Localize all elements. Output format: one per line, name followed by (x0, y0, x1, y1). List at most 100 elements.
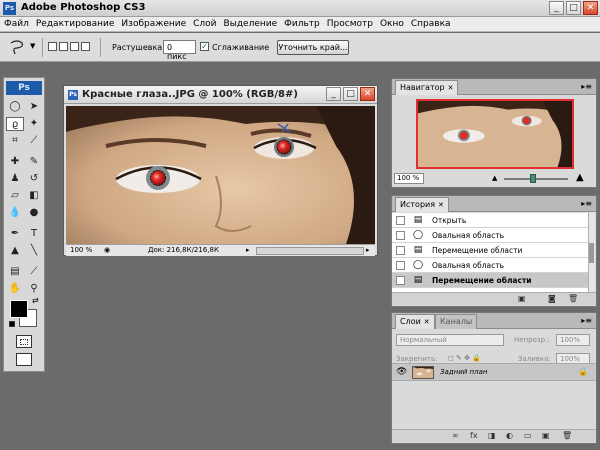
healing-brush-icon[interactable]: ✚ (6, 155, 24, 169)
link-layers-icon[interactable]: ∞ (452, 431, 459, 440)
navigator-preview[interactable] (416, 99, 574, 169)
lock-icons[interactable]: ◻ ✎ ✥ 🔒 (448, 354, 481, 362)
tab-navigator[interactable]: Навигатор ✕ (395, 80, 459, 95)
maximize-button[interactable]: □ (566, 1, 581, 15)
menu-view[interactable]: Просмотр (327, 17, 373, 31)
chevron-down-icon[interactable]: ▼ (30, 42, 35, 50)
new-document-from-state-icon[interactable]: ▣ (518, 294, 526, 303)
status-info-icon[interactable]: ◉ (104, 246, 110, 254)
navigator-zoom-field[interactable]: 100 % (394, 173, 424, 184)
history-brush-icon[interactable]: ↺ (25, 172, 43, 186)
blend-mode-select[interactable]: Нормальный (396, 334, 504, 346)
marquee-tool-icon[interactable]: ◯ (6, 100, 24, 114)
crop-tool-icon[interactable]: ⌗ (6, 134, 24, 148)
menu-file[interactable]: Файл (4, 17, 29, 31)
history-scrollbar[interactable] (588, 213, 595, 299)
lasso-tool-icon[interactable]: ϱ (6, 117, 24, 131)
new-group-icon[interactable]: ▭ (524, 431, 532, 440)
close-icon[interactable]: ✕ (448, 84, 454, 92)
snapshot-icon[interactable]: ◙ (548, 294, 556, 303)
menu-layer[interactable]: Слой (193, 17, 216, 31)
adjustment-layer-icon[interactable]: ◐ (506, 431, 513, 440)
intersect-selection-icon[interactable] (81, 42, 90, 51)
tab-channels[interactable]: Каналы (435, 314, 478, 329)
feather-input[interactable]: 0 пикс (163, 40, 196, 61)
document-title-bar[interactable]: Ps Красные глаза..JPG @ 100% (RGB/8#) _ … (64, 86, 377, 104)
lasso-tool-preset-icon[interactable] (8, 39, 26, 55)
magic-wand-icon[interactable]: ✦ (25, 117, 43, 131)
visibility-eye-icon[interactable]: 👁 (396, 367, 407, 377)
panel-menu-icon[interactable]: ▸≡ (581, 316, 592, 325)
foreground-color-swatch[interactable] (10, 300, 28, 318)
minimize-button[interactable]: _ (549, 1, 564, 15)
hand-tool-icon[interactable]: ✋ (6, 282, 24, 296)
subtract-selection-icon[interactable] (70, 42, 79, 51)
trash-icon[interactable]: 🗑 (562, 431, 572, 440)
document-canvas[interactable] (66, 106, 375, 244)
move-tool-icon[interactable]: ➤ (25, 100, 43, 114)
horizontal-scrollbar[interactable] (256, 247, 364, 255)
doc-maximize-button[interactable]: □ (343, 87, 358, 101)
menu-image[interactable]: Изображение (121, 17, 186, 31)
status-menu-arrow[interactable]: ▸ (246, 246, 250, 254)
quick-mask-icon[interactable] (16, 335, 32, 348)
history-source-checkbox[interactable] (396, 216, 405, 225)
menu-window[interactable]: Окно (380, 17, 404, 31)
pen-tool-icon[interactable]: ✒ (6, 227, 24, 241)
zoom-slider-track[interactable] (504, 178, 568, 180)
default-colors-icon[interactable] (9, 321, 15, 327)
history-item[interactable]: ▤ Открыть (392, 213, 588, 228)
brush-tool-icon[interactable]: ✎ (25, 155, 43, 169)
dodge-tool-icon[interactable]: ● (25, 206, 43, 220)
notes-tool-icon[interactable]: ▤ (6, 265, 24, 279)
zoom-tool-icon[interactable]: ⚲ (25, 282, 43, 296)
history-item-selected[interactable]: ▤ Перемещение области (392, 273, 588, 288)
opacity-input[interactable]: 100% (556, 334, 590, 346)
history-source-checkbox[interactable] (396, 276, 405, 285)
panel-menu-icon[interactable]: ▸≡ (581, 82, 592, 91)
eraser-tool-icon[interactable]: ▱ (6, 189, 24, 203)
menu-select[interactable]: Выделение (224, 17, 278, 31)
slice-tool-icon[interactable]: ⟋ (25, 134, 43, 148)
zoom-in-icon[interactable]: ▲ (576, 172, 584, 183)
menu-help[interactable]: Справка (411, 17, 451, 31)
blur-tool-icon[interactable]: 💧 (6, 206, 24, 220)
zoom-out-icon[interactable]: ▲ (492, 174, 497, 182)
path-select-icon[interactable]: ▲ (6, 244, 24, 258)
line-tool-icon[interactable]: ╲ (25, 244, 43, 258)
antialias-checkbox[interactable]: ✓ (200, 42, 209, 51)
menu-edit[interactable]: Редактирование (36, 17, 115, 31)
paint-bucket-icon[interactable]: ◧ (25, 189, 43, 203)
history-item[interactable]: ◯ Овальная область (392, 258, 588, 273)
scroll-right-arrow[interactable]: ▸ (366, 246, 370, 254)
screen-mode-icon[interactable] (16, 353, 32, 366)
layer-style-icon[interactable]: fx (470, 431, 478, 440)
history-source-checkbox[interactable] (396, 246, 405, 255)
close-icon[interactable]: ✕ (424, 318, 430, 326)
close-button[interactable]: ✕ (583, 1, 598, 15)
tab-history[interactable]: История ✕ (395, 197, 449, 212)
history-item[interactable]: ▤ Перемещение области (392, 243, 588, 258)
new-selection-icon[interactable] (48, 42, 57, 51)
doc-close-button[interactable]: ✕ (360, 87, 375, 101)
menu-filter[interactable]: Фильтр (284, 17, 320, 31)
type-tool-icon[interactable]: T (25, 227, 43, 241)
clone-stamp-icon[interactable]: ♟ (6, 172, 24, 186)
history-item[interactable]: ◯ Овальная область (392, 228, 588, 243)
close-icon[interactable]: ✕ (438, 201, 444, 209)
document-zoom[interactable]: 100 % (70, 246, 92, 254)
trash-icon[interactable]: 🗑 (568, 294, 578, 303)
layer-mask-icon[interactable]: ◨ (488, 431, 496, 440)
panel-menu-icon[interactable]: ▸≡ (581, 199, 592, 208)
eyedropper-icon[interactable]: ⟋ (25, 265, 43, 279)
tab-layers[interactable]: Слои ✕ (395, 314, 435, 329)
doc-minimize-button[interactable]: _ (326, 87, 341, 101)
layer-row[interactable]: 👁 Задний план 🔒 (392, 363, 596, 381)
refine-edge-button[interactable]: Уточнить край... (277, 40, 349, 55)
zoom-slider-knob[interactable] (529, 174, 536, 183)
swap-colors-icon[interactable]: ⇄ (32, 296, 39, 305)
add-selection-icon[interactable] (59, 42, 68, 51)
new-layer-icon[interactable]: ▣ (542, 431, 550, 440)
history-source-checkbox[interactable] (396, 261, 405, 270)
history-source-checkbox[interactable] (396, 231, 405, 240)
